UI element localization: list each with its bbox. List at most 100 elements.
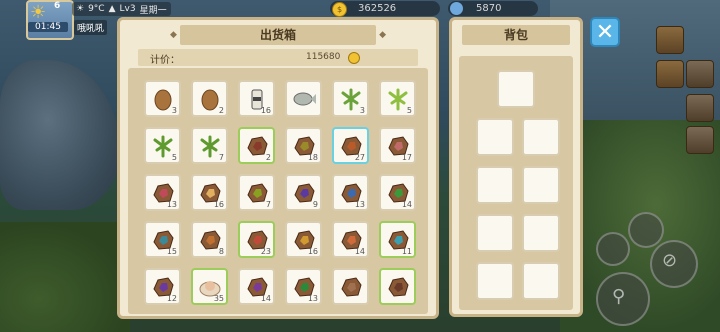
item-quantity: 13 xyxy=(166,200,177,209)
time-display: 01:45 xyxy=(28,22,68,32)
price-label: 计价： xyxy=(150,55,180,66)
item-quantity: 27 xyxy=(354,153,365,162)
coin-counter: $ 362526 xyxy=(330,1,440,17)
backpack-title: 背包 xyxy=(462,25,570,45)
gem-value: 5870 xyxy=(476,3,502,14)
item-quantity: 3 xyxy=(171,106,177,115)
shipping-slot[interactable]: 13 xyxy=(332,174,369,211)
shipping-slot[interactable]: 27 xyxy=(332,127,369,164)
weekday: 星期一 xyxy=(139,5,167,16)
item-quantity: 5 xyxy=(406,106,412,115)
craft-menu-icon[interactable] xyxy=(686,94,714,122)
shipping-slot[interactable]: 18 xyxy=(285,127,322,164)
fish-icon xyxy=(292,87,316,109)
shipping-slot[interactable]: 16 xyxy=(238,80,275,117)
item-quantity: 8 xyxy=(218,247,224,256)
bag-menu-icon[interactable] xyxy=(686,126,714,154)
shipping-slot[interactable]: 7 xyxy=(238,174,275,211)
player-name: 哦吼吼 xyxy=(74,20,108,35)
item-quantity: 14 xyxy=(354,247,365,256)
item-quantity: 5 xyxy=(171,153,177,162)
close-button[interactable]: ✕ xyxy=(590,17,620,47)
cancel-icon: ⊘ xyxy=(662,250,678,271)
gem-icon xyxy=(450,2,463,15)
backpack-slot[interactable] xyxy=(476,262,514,300)
shipping-slot[interactable]: 2 xyxy=(191,80,228,117)
shipping-box-title: 出货箱 xyxy=(170,25,386,45)
shipping-slot[interactable]: 17 xyxy=(379,127,416,164)
shipping-slot[interactable]: 13 xyxy=(285,268,322,305)
backpack-slot[interactable] xyxy=(476,214,514,252)
shipping-slot[interactable]: 14 xyxy=(379,174,416,211)
shipping-slot[interactable] xyxy=(332,268,369,305)
shipping-slot[interactable]: 13 xyxy=(144,174,181,211)
shipping-slot[interactable]: 5 xyxy=(379,80,416,117)
shipping-slot[interactable]: 12 xyxy=(144,268,181,305)
backpack-slot[interactable] xyxy=(497,70,535,108)
price-bar: 计价： 115680 xyxy=(138,49,418,66)
player-level: Lv3 xyxy=(119,4,136,14)
action-button-small-1[interactable] xyxy=(596,232,630,266)
day-counter: 6 xyxy=(54,1,61,11)
action-button-small-2[interactable] xyxy=(628,212,664,248)
shipping-slot[interactable]: 5 xyxy=(144,127,181,164)
backpack-slot[interactable] xyxy=(522,214,560,252)
shipping-slot[interactable]: 16 xyxy=(285,221,322,258)
ore-brown-icon xyxy=(339,275,363,297)
shipping-slot[interactable]: 11 xyxy=(379,221,416,258)
shipping-slot[interactable]: 2 xyxy=(238,127,275,164)
item-quantity: 16 xyxy=(213,200,224,209)
search-icon: ⚲ xyxy=(612,286,626,307)
item-quantity: 18 xyxy=(307,153,318,162)
shipping-slot[interactable]: 8 xyxy=(191,221,228,258)
item-quantity: 13 xyxy=(307,294,318,303)
item-quantity: 12 xyxy=(166,294,177,303)
coin-value: 362526 xyxy=(358,3,397,14)
shipping-box-panel: 出货箱 计价： 115680 3216355721827171316791314… xyxy=(117,17,439,319)
shipping-slot[interactable]: 23 xyxy=(238,221,275,258)
backpack-slot[interactable] xyxy=(522,166,560,204)
temperature: 9°C xyxy=(88,4,105,14)
gem-counter: 5870 xyxy=(448,1,538,16)
item-quantity: 11 xyxy=(401,247,412,256)
shipping-slot[interactable]: 16 xyxy=(191,174,228,211)
item-quantity: 14 xyxy=(260,294,271,303)
item-quantity: 13 xyxy=(354,200,365,209)
quest-menu-icon[interactable] xyxy=(686,60,714,88)
item-quantity: 23 xyxy=(260,247,271,256)
status-bar: ☀ 9°C ▲ Lv3 星期一 xyxy=(72,2,171,16)
backpack-slot[interactable] xyxy=(476,118,514,156)
shop-menu-icon[interactable] xyxy=(656,26,684,54)
backpack-slot[interactable] xyxy=(522,262,560,300)
shipping-slot[interactable] xyxy=(379,268,416,305)
shipping-slot[interactable]: 14 xyxy=(238,268,275,305)
shipping-slot[interactable]: 7 xyxy=(191,127,228,164)
shipping-slot[interactable] xyxy=(285,80,322,117)
backpack-slot[interactable] xyxy=(476,166,514,204)
backpack-slot[interactable] xyxy=(522,118,560,156)
ore-dark-icon xyxy=(386,275,410,297)
item-quantity: 9 xyxy=(312,200,318,209)
level-icon: ▲ xyxy=(108,4,116,14)
rock-scenery xyxy=(0,60,120,210)
item-quantity: 2 xyxy=(265,153,271,162)
item-quantity: 17 xyxy=(401,153,412,162)
item-quantity: 3 xyxy=(359,106,365,115)
item-quantity: 7 xyxy=(265,200,271,209)
shipping-slot[interactable]: 15 xyxy=(144,221,181,258)
item-quantity: 16 xyxy=(307,247,318,256)
coin-icon xyxy=(348,52,360,64)
item-quantity: 15 xyxy=(166,247,177,256)
item-quantity: 14 xyxy=(401,200,412,209)
shipping-slot[interactable]: 3 xyxy=(332,80,369,117)
price-value: 115680 xyxy=(306,52,341,62)
item-quantity: 35 xyxy=(213,294,224,303)
backpack-grid xyxy=(459,56,573,310)
map-menu-icon[interactable] xyxy=(656,60,684,88)
shipping-slot[interactable]: 9 xyxy=(285,174,322,211)
weather-icon: ☀ xyxy=(76,4,85,14)
shipping-slot[interactable]: 3 xyxy=(144,80,181,117)
backpack-panel: 背包 xyxy=(449,17,583,317)
shipping-slot[interactable]: 35 xyxy=(191,268,228,305)
shipping-slot[interactable]: 14 xyxy=(332,221,369,258)
